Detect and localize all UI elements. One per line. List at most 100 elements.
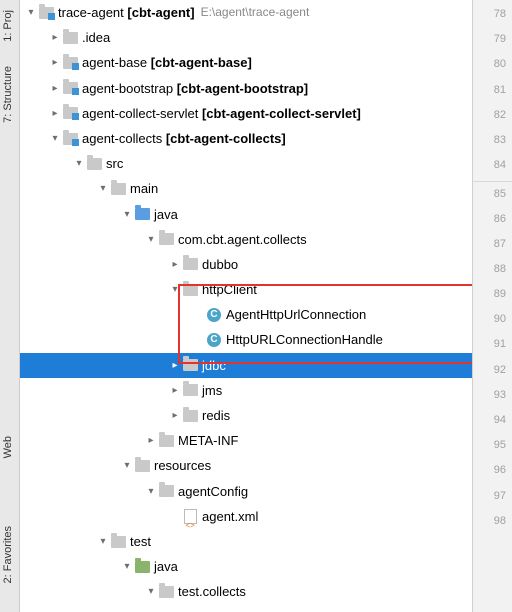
chevron-down-icon[interactable]: ▾ — [72, 151, 86, 176]
chevron-down-icon[interactable]: ▾ — [120, 202, 134, 227]
tree-node-meta-inf[interactable]: ▸ META-INF — [20, 428, 472, 453]
node-label: test.collects — [178, 579, 246, 604]
line-number: 92 — [473, 358, 512, 383]
line-number: 95 — [473, 433, 512, 458]
package-icon — [182, 282, 198, 298]
tree-node-root[interactable]: ▾ trace-agent [cbt-agent] E:\agent\trace… — [20, 0, 472, 25]
tree-node-jms[interactable]: ▸ jms — [20, 378, 472, 403]
tree-node-class-a[interactable]: C AgentHttpUrlConnection — [20, 302, 472, 327]
side-tab-web[interactable]: Web — [0, 430, 16, 464]
tree-node-src[interactable]: ▾ src — [20, 151, 472, 176]
node-label: java — [154, 554, 178, 579]
package-icon — [182, 357, 198, 373]
chevron-right-icon[interactable]: ▸ — [48, 50, 62, 75]
package-icon — [158, 483, 174, 499]
line-number: 82 — [473, 103, 512, 128]
tree-node-agent-collect-servlet[interactable]: ▸ agent-collect-servlet [cbt-agent-colle… — [20, 101, 472, 126]
tree-node-test[interactable]: ▾ test — [20, 529, 472, 554]
node-label: trace-agent [cbt-agent] — [58, 0, 195, 25]
tree-node-httpclient[interactable]: ▾ httpClient — [20, 277, 472, 302]
node-label: agentConfig — [178, 479, 248, 504]
tree-node-resources[interactable]: ▾ resources — [20, 453, 472, 478]
node-label: AgentHttpUrlConnection — [226, 302, 366, 327]
chevron-right-icon[interactable]: ▸ — [168, 378, 182, 403]
chevron-right-icon[interactable]: ▸ — [168, 403, 182, 428]
node-label: src — [106, 151, 123, 176]
node-label: jms — [202, 378, 222, 403]
tree-node-agent-collects[interactable]: ▾ agent-collects [cbt-agent-collects] — [20, 126, 472, 151]
node-label: httpClient — [202, 277, 257, 302]
project-tree[interactable]: ▾ trace-agent [cbt-agent] E:\agent\trace… — [20, 0, 472, 612]
module-folder-icon — [62, 55, 78, 71]
node-label: dubbo — [202, 252, 238, 277]
line-number: 90 — [473, 307, 512, 332]
tree-node-jdbc[interactable]: ▸ jdbc — [20, 353, 472, 378]
line-number: 84 — [473, 153, 512, 178]
chevron-down-icon[interactable]: ▾ — [144, 479, 158, 504]
line-number: 78 — [473, 2, 512, 27]
node-label: test — [130, 529, 151, 554]
tree-node-main[interactable]: ▾ main — [20, 176, 472, 201]
chevron-down-icon[interactable]: ▾ — [120, 453, 134, 478]
package-icon — [158, 433, 174, 449]
tree-node-java[interactable]: ▾ java — [20, 202, 472, 227]
tree-node-dubbo[interactable]: ▸ dubbo — [20, 252, 472, 277]
line-number: 83 — [473, 128, 512, 153]
node-label: agent-collects [cbt-agent-collects] — [82, 126, 286, 151]
chevron-right-icon[interactable]: ▸ — [48, 76, 62, 101]
tree-node-class-b[interactable]: C HttpURLConnectionHandle — [20, 327, 472, 352]
node-label: META-INF — [178, 428, 238, 453]
class-icon: C — [206, 332, 222, 348]
chevron-right-icon[interactable]: ▸ — [168, 353, 182, 378]
tool-window-tabs: 1: Proj 7: Structure Web 2: Favorites — [0, 0, 20, 612]
side-tab-favorites[interactable]: 2: Favorites — [0, 520, 16, 589]
xml-file-icon — [182, 508, 198, 524]
chevron-down-icon[interactable]: ▾ — [144, 579, 158, 604]
tree-node-agent-xml[interactable]: agent.xml — [20, 504, 472, 529]
line-number: 81 — [473, 78, 512, 103]
package-icon — [182, 408, 198, 424]
chevron-down-icon[interactable]: ▾ — [96, 529, 110, 554]
tree-node-package[interactable]: ▾ com.cbt.agent.collects — [20, 227, 472, 252]
chevron-down-icon[interactable]: ▾ — [168, 277, 182, 302]
chevron-down-icon[interactable]: ▾ — [96, 176, 110, 201]
tree-node-redis[interactable]: ▸ redis — [20, 403, 472, 428]
line-number: 96 — [473, 458, 512, 483]
chevron-right-icon[interactable]: ▸ — [168, 252, 182, 277]
package-icon — [182, 382, 198, 398]
folder-icon — [62, 30, 78, 46]
tree-node-agentconfig[interactable]: ▾ agentConfig — [20, 479, 472, 504]
tree-node-agent-bootstrap[interactable]: ▸ agent-bootstrap [cbt-agent-bootstrap] — [20, 76, 472, 101]
node-label: HttpURLConnectionHandle — [226, 327, 383, 352]
chevron-right-icon[interactable]: ▸ — [48, 101, 62, 126]
side-tab-structure[interactable]: 7: Structure — [0, 60, 16, 129]
chevron-right-icon[interactable]: ▸ — [48, 25, 62, 50]
folder-icon — [110, 181, 126, 197]
node-label: redis — [202, 403, 230, 428]
tree-node-test-collects[interactable]: ▾ test.collects — [20, 579, 472, 604]
node-label: jdbc — [202, 353, 226, 378]
line-number: 86 — [473, 207, 512, 232]
line-number: 85 — [473, 181, 512, 206]
chevron-down-icon[interactable]: ▾ — [24, 0, 38, 25]
line-number: 80 — [473, 52, 512, 77]
line-number: 87 — [473, 232, 512, 257]
node-label: java — [154, 202, 178, 227]
tree-node-idea[interactable]: ▸ .idea — [20, 25, 472, 50]
line-number: 94 — [473, 408, 512, 433]
chevron-down-icon[interactable]: ▾ — [144, 227, 158, 252]
chevron-down-icon[interactable]: ▾ — [48, 126, 62, 151]
chevron-right-icon[interactable]: ▸ — [144, 428, 158, 453]
folder-icon — [134, 458, 150, 474]
tree-node-test-java[interactable]: ▾ java — [20, 554, 472, 579]
tree-node-agent-base[interactable]: ▸ agent-base [cbt-agent-base] — [20, 50, 472, 75]
editor-gutter: 78 79 80 81 82 83 84 85 86 87 88 89 90 9… — [472, 0, 512, 612]
package-icon — [158, 584, 174, 600]
chevron-down-icon[interactable]: ▾ — [120, 554, 134, 579]
module-folder-icon — [62, 105, 78, 121]
module-folder-icon — [62, 80, 78, 96]
node-label: agent-base [cbt-agent-base] — [82, 50, 252, 75]
package-icon — [158, 231, 174, 247]
side-tab-project[interactable]: 1: Proj — [0, 4, 16, 48]
module-folder-icon — [38, 5, 54, 21]
